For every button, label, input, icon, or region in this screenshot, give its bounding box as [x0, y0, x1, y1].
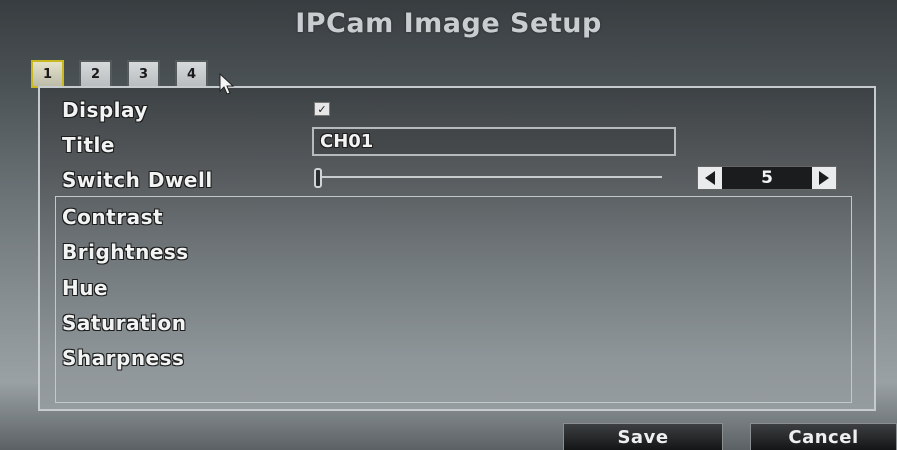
image-adjustments-box: [55, 196, 852, 403]
ipcam-setup-screen: IPCam Image Setup 1 2 3 4 Display ✓ Titl…: [0, 0, 897, 450]
tab-channel-4[interactable]: 4: [175, 60, 208, 88]
tab-channel-2[interactable]: 2: [79, 60, 112, 88]
sharpness-label: Sharpness: [62, 346, 185, 370]
switch-dwell-slider-thumb[interactable]: [314, 168, 322, 188]
switch-dwell-label: Switch Dwell: [62, 168, 213, 192]
title-input[interactable]: CH01: [312, 127, 676, 156]
contrast-label: Contrast: [62, 205, 164, 229]
page-title: IPCam Image Setup: [295, 8, 602, 39]
arrow-right-icon: [819, 171, 829, 185]
hue-label: Hue: [62, 276, 109, 300]
display-checkbox[interactable]: ✓: [314, 102, 330, 116]
increment-button[interactable]: [812, 167, 836, 189]
title-label: Title: [62, 133, 115, 157]
decrement-button[interactable]: [698, 167, 722, 189]
mouse-pointer-icon: [219, 73, 235, 95]
switch-dwell-slider-track[interactable]: [318, 176, 662, 178]
arrow-left-icon: [705, 171, 715, 185]
brightness-label: Brightness: [62, 240, 189, 264]
save-button[interactable]: Save: [563, 423, 723, 450]
tab-channel-1[interactable]: 1: [31, 60, 64, 88]
switch-dwell-value: 5: [761, 168, 773, 188]
checkmark-icon: ✓: [317, 102, 327, 116]
saturation-label: Saturation: [62, 311, 187, 335]
display-label: Display: [62, 98, 148, 122]
cancel-button[interactable]: Cancel: [750, 423, 897, 450]
tab-channel-3[interactable]: 3: [127, 60, 160, 88]
switch-dwell-stepper: 5: [697, 166, 837, 190]
